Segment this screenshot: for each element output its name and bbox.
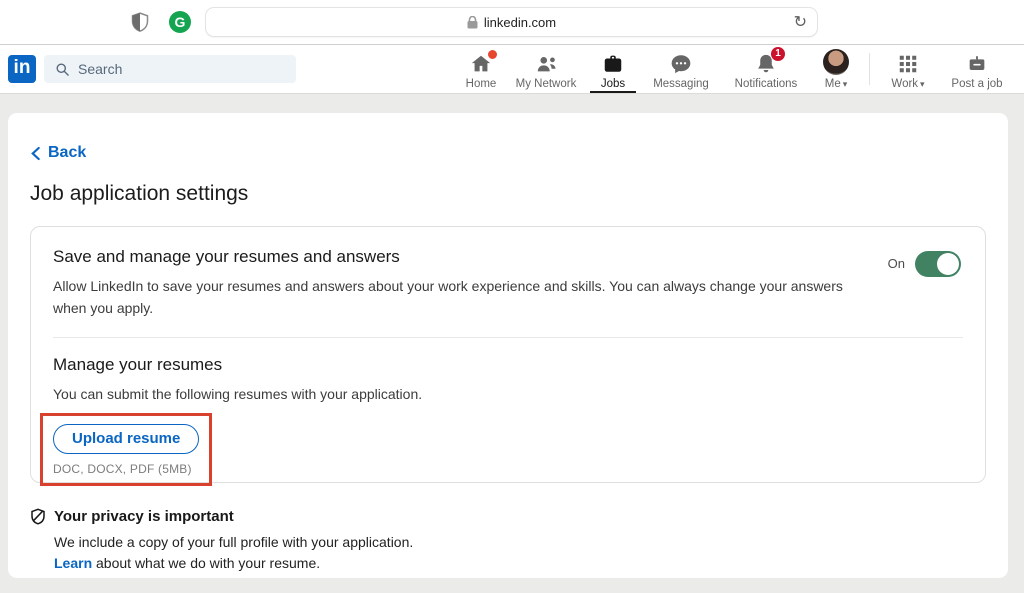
nav-label: Home bbox=[466, 79, 497, 91]
nav-label: Messaging bbox=[653, 79, 709, 91]
toggle-state-label: On bbox=[888, 256, 905, 271]
privacy-line1: We include a copy of your full profile w… bbox=[54, 532, 986, 554]
save-resumes-toggle[interactable] bbox=[915, 251, 961, 277]
manage-resumes-description: You can submit the following resumes wit… bbox=[53, 383, 865, 405]
nav-item-work[interactable]: Work▾ bbox=[876, 45, 940, 93]
post-a-job-icon bbox=[966, 53, 988, 75]
nav-item-my-network[interactable]: My Network bbox=[507, 45, 585, 93]
privacy-line2: Learn about what we do with your resume. bbox=[54, 553, 986, 575]
nav-item-jobs[interactable]: Jobs bbox=[585, 45, 641, 93]
linkedin-global-nav: in Home bbox=[0, 45, 1024, 94]
nav-label: Work▾ bbox=[891, 79, 924, 91]
nav-divider bbox=[869, 53, 870, 85]
linkedin-logo[interactable]: in bbox=[8, 55, 36, 83]
learn-link[interactable]: Learn bbox=[54, 555, 92, 571]
nav-label: Notifications bbox=[735, 79, 798, 91]
annotation-highlight-box: Upload resume DOC, DOCX, PDF (5MB) bbox=[40, 413, 212, 486]
toggle-row: On bbox=[888, 251, 961, 277]
work-grid-icon bbox=[897, 53, 919, 75]
privacy-section: Your privacy is important We include a c… bbox=[30, 508, 986, 575]
upload-resume-button[interactable]: Upload resume bbox=[53, 424, 199, 454]
privacy-shield-icon bbox=[30, 508, 46, 525]
back-button[interactable]: Back bbox=[30, 144, 86, 162]
messaging-icon bbox=[670, 53, 692, 75]
grammarly-extension-icon[interactable]: G bbox=[169, 11, 191, 33]
nav-item-messaging[interactable]: Messaging bbox=[641, 45, 721, 93]
manage-resumes-heading: Manage your resumes bbox=[53, 355, 963, 375]
browser-toolbar: G linkedin.com ↻ bbox=[0, 0, 1024, 45]
privacy-shield-extension-icon[interactable] bbox=[131, 12, 149, 33]
chevron-down-icon: ▾ bbox=[843, 79, 848, 89]
nav-label: Post a job bbox=[951, 79, 1002, 91]
address-bar[interactable]: linkedin.com ↻ bbox=[205, 7, 818, 37]
search-box[interactable] bbox=[44, 55, 296, 83]
nav-items: Home My Network Jobs bbox=[455, 45, 1014, 93]
privacy-heading: Your privacy is important bbox=[54, 508, 234, 525]
save-resumes-description: Allow LinkedIn to save your resumes and … bbox=[53, 275, 865, 320]
chevron-down-icon: ▾ bbox=[920, 79, 925, 89]
search-input[interactable] bbox=[78, 61, 278, 77]
notifications-count-badge: 1 bbox=[770, 46, 786, 62]
toggle-knob bbox=[937, 253, 959, 275]
jobs-icon bbox=[602, 53, 624, 75]
nav-label: My Network bbox=[516, 79, 577, 91]
nav-item-home[interactable]: Home bbox=[455, 45, 507, 93]
settings-card: Save and manage your resumes and answers… bbox=[30, 226, 986, 483]
my-network-icon bbox=[535, 53, 558, 75]
nav-label: Me▾ bbox=[825, 79, 848, 91]
home-new-activity-badge bbox=[486, 48, 499, 61]
nav-item-post-a-job[interactable]: Post a job bbox=[940, 45, 1014, 93]
settings-container: Back Job application settings Save and m… bbox=[8, 113, 1008, 578]
file-format-hint: DOC, DOCX, PDF (5MB) bbox=[53, 462, 199, 476]
nav-item-me[interactable]: Me▾ bbox=[811, 45, 861, 93]
save-resumes-heading: Save and manage your resumes and answers bbox=[53, 247, 963, 267]
card-divider bbox=[53, 337, 963, 338]
reload-icon[interactable]: ↻ bbox=[794, 11, 807, 35]
page-background: Back Job application settings Save and m… bbox=[0, 94, 1024, 592]
url-text: linkedin.com bbox=[484, 15, 556, 30]
profile-avatar bbox=[823, 49, 849, 75]
nav-item-notifications[interactable]: 1 Notifications bbox=[721, 45, 811, 93]
chevron-left-icon bbox=[30, 146, 41, 161]
nav-label: Jobs bbox=[601, 79, 625, 91]
page-title: Job application settings bbox=[30, 182, 986, 206]
search-icon bbox=[55, 62, 70, 77]
lock-icon bbox=[467, 16, 478, 29]
